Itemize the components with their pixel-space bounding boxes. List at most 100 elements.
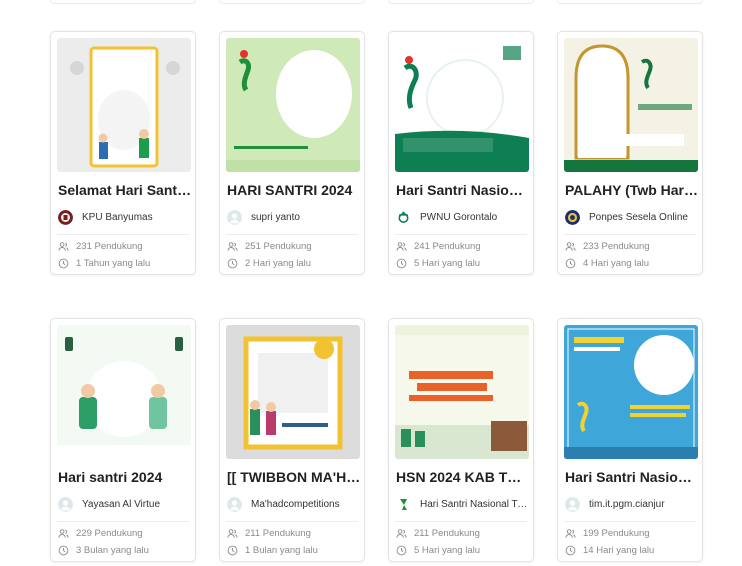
time-label: 1 Tahun yang lalu: [76, 258, 151, 269]
card-divider: [57, 234, 189, 235]
users-icon: [58, 242, 69, 251]
card-divider: [57, 521, 189, 522]
clock-icon: [565, 545, 576, 556]
twibbon-card[interactable]: Hari Santri Nasional 2024 tim.it.pgm.cian…: [557, 318, 703, 562]
author-name: KPU Banyumas: [82, 211, 153, 223]
twibbon-thumbnail[interactable]: [564, 38, 698, 172]
clock-icon: [227, 258, 238, 269]
author-link[interactable]: PWNU Gorontalo: [396, 209, 530, 225]
author-name: supri yanto: [251, 211, 300, 223]
author-link[interactable]: Yayasan Al Virtue: [58, 496, 192, 512]
supporters-count: 211 Pendukung: [227, 527, 361, 540]
users-icon: [227, 242, 238, 251]
author-avatar-icon: [396, 209, 411, 225]
time-label: 5 Hari yang lalu: [414, 545, 481, 556]
time-label: 5 Hari yang lalu: [414, 258, 481, 269]
author-avatar-icon: [58, 209, 73, 225]
twibbon-thumbnail[interactable]: [564, 325, 698, 459]
supporters-label: 211 Pendukung: [414, 528, 480, 539]
twibbon-thumbnail[interactable]: [57, 325, 191, 459]
card-divider: [226, 234, 358, 235]
author-link[interactable]: Ma'hadcompetitions: [227, 496, 361, 512]
card-divider: [395, 521, 527, 522]
time-label: 1 Bulan yang lalu: [245, 545, 318, 556]
twibbon-card[interactable]: Selamat Hari Santri Nasional KPU Banyumas…: [50, 31, 196, 275]
twibbon-card[interactable]: [[ TWIBBON MA'HADCOMPETITIONS ]] Ma'hadco…: [219, 318, 365, 562]
twibbon-card[interactable]: Hari Santri Nasional 2024 PWNU Gorontalo 2…: [388, 31, 534, 275]
author-avatar-icon: [396, 496, 411, 512]
supporters-label: 241 Pendukung: [414, 241, 481, 252]
author-name: Yayasan Al Virtue: [82, 498, 161, 510]
author-avatar-icon: [227, 209, 242, 225]
twibbon-card[interactable]: PALAHY (Twb Hari Santri) Ponpes Sesela On…: [557, 31, 703, 275]
author-name: Ponpes Sesela Online: [589, 211, 688, 223]
twibbon-title[interactable]: Hari santri 2024: [58, 469, 192, 485]
twibbon-title[interactable]: HSN 2024 KAB TULANG BAWANG: [396, 469, 530, 485]
users-icon: [565, 529, 576, 538]
clock-icon: [396, 258, 407, 269]
author-link[interactable]: tim.it.pgm.cianjur: [565, 496, 699, 512]
supporters-label: 233 Pendukung: [583, 241, 650, 252]
author-link[interactable]: Hari Santri Nasional Tulang Bawang: [396, 496, 530, 512]
author-link[interactable]: supri yanto: [227, 209, 361, 225]
time-label: 3 Bulan yang lalu: [76, 545, 149, 556]
twibbon-card[interactable]: HARI SANTRI 2024 supri yanto 251 Pendukung…: [219, 31, 365, 275]
created-time: 2 Hari yang lalu: [227, 257, 361, 270]
twibbon-thumbnail[interactable]: [57, 38, 191, 172]
twibbon-thumbnail[interactable]: [226, 325, 360, 459]
users-icon: [565, 242, 576, 251]
time-label: 4 Hari yang lalu: [583, 258, 650, 269]
supporters-label: 211 Pendukung: [245, 528, 311, 539]
card-divider: [564, 234, 696, 235]
created-time: 4 Hari yang lalu: [565, 257, 699, 270]
twibbon-title[interactable]: PALAHY (Twb Hari Santri): [565, 182, 699, 198]
card-divider: [395, 234, 527, 235]
users-icon: [396, 529, 407, 538]
author-avatar-icon: [565, 209, 580, 225]
supporters-count: 231 Pendukung: [58, 240, 192, 253]
author-avatar-icon: [58, 496, 73, 512]
clock-icon: [565, 258, 576, 269]
time-label: 14 Hari yang lalu: [583, 545, 655, 556]
author-name: Ma'hadcompetitions: [251, 498, 340, 510]
author-name: Hari Santri Nasional Tulang Bawang: [420, 498, 530, 510]
supporters-label: 251 Pendukung: [245, 241, 312, 252]
twibbon-card[interactable]: Hari santri 2024 Yayasan Al Virtue 229 Pen…: [50, 318, 196, 562]
twibbon-thumbnail[interactable]: [395, 325, 529, 459]
clock-icon: [396, 545, 407, 556]
supporters-count: 211 Pendukung: [396, 527, 530, 540]
author-avatar-icon: [227, 496, 242, 512]
author-avatar-icon: [565, 496, 580, 512]
created-time: 14 Hari yang lalu: [565, 544, 699, 557]
author-name: tim.it.pgm.cianjur: [589, 498, 665, 510]
twibbon-title[interactable]: Hari Santri Nasional 2024: [396, 182, 530, 198]
twibbon-title[interactable]: Hari Santri Nasional 2024: [565, 469, 699, 485]
card-divider: [226, 521, 358, 522]
created-time: 1 Tahun yang lalu: [58, 257, 192, 270]
clock-icon: [227, 545, 238, 556]
users-icon: [58, 529, 69, 538]
twibbon-title[interactable]: Selamat Hari Santri Nasional: [58, 182, 192, 198]
twibbon-thumbnail[interactable]: [395, 38, 529, 172]
author-link[interactable]: Ponpes Sesela Online: [565, 209, 699, 225]
supporters-count: 233 Pendukung: [565, 240, 699, 253]
supporters-label: 231 Pendukung: [76, 241, 143, 252]
time-label: 2 Hari yang lalu: [245, 258, 312, 269]
author-link[interactable]: KPU Banyumas: [58, 209, 192, 225]
created-time: 5 Hari yang lalu: [396, 544, 530, 557]
twibbon-card[interactable]: HSN 2024 KAB TULANG BAWANG Hari Santri Na…: [388, 318, 534, 562]
supporters-count: 251 Pendukung: [227, 240, 361, 253]
supporters-count: 199 Pendukung: [565, 527, 699, 540]
supporters-label: 229 Pendukung: [76, 528, 143, 539]
author-name: PWNU Gorontalo: [420, 211, 498, 223]
twibbon-title[interactable]: [[ TWIBBON MA'HADCOMPETITIONS ]]: [227, 469, 361, 485]
supporters-count: 229 Pendukung: [58, 527, 192, 540]
twibbon-title[interactable]: HARI SANTRI 2024: [227, 182, 361, 198]
twibbon-thumbnail[interactable]: [226, 38, 360, 172]
users-icon: [227, 529, 238, 538]
created-time: 3 Bulan yang lalu: [58, 544, 192, 557]
card-divider: [564, 521, 696, 522]
clock-icon: [58, 258, 69, 269]
clock-icon: [58, 545, 69, 556]
supporters-label: 199 Pendukung: [583, 528, 650, 539]
